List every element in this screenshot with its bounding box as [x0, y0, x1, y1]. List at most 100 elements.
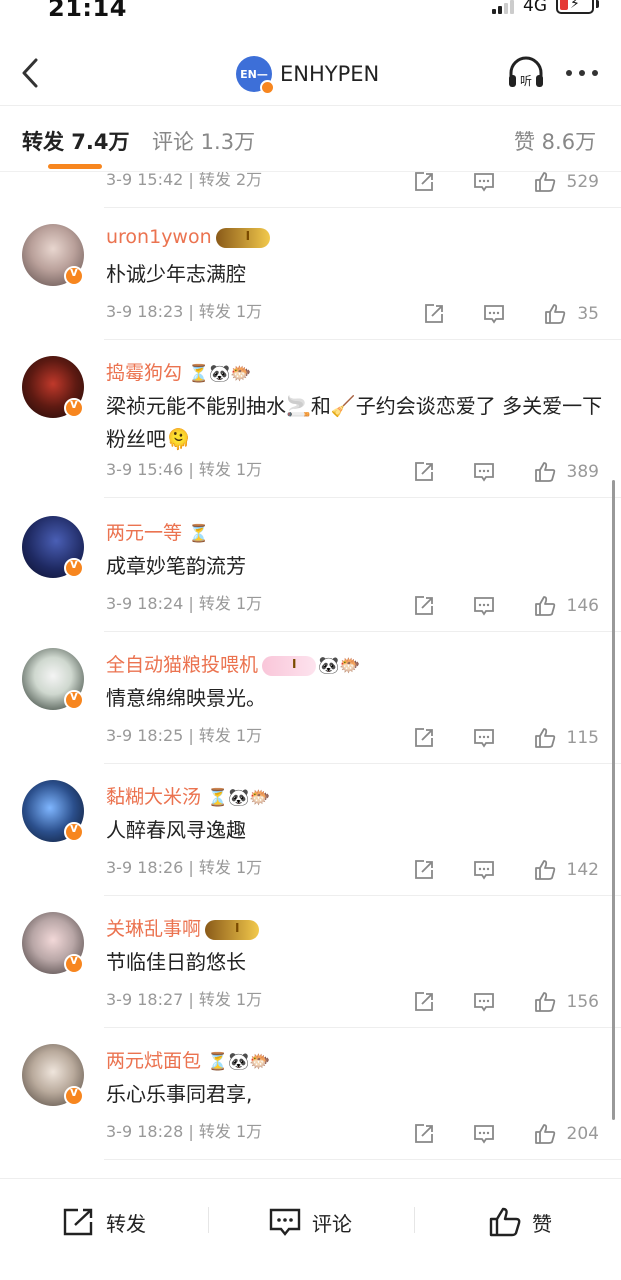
repost-content: 梁祯元能不能别抽水🚬和🧹子约会谈恋爱了 多关爱一下粉丝吧🫠: [106, 394, 603, 451]
like-button[interactable]: 赞: [488, 1205, 552, 1239]
username[interactable]: 捣霉狗勾 ⏳🐼🐡: [106, 358, 252, 385]
like-count: 389: [566, 462, 599, 482]
like-icon[interactable]: [533, 460, 557, 484]
verified-badge-icon: [260, 80, 275, 95]
share-icon[interactable]: [413, 461, 435, 483]
like-icon[interactable]: [533, 594, 557, 618]
item-meta: 3-9 18:24 | 转发 1万: [106, 594, 263, 613]
more-icon[interactable]: [566, 70, 600, 78]
comment-button-label: 评论: [312, 1211, 352, 1236]
verified-badge-icon: [64, 821, 84, 842]
username-text: 全自动猫粮投喂机: [106, 654, 259, 676]
share-icon[interactable]: [413, 595, 435, 617]
tab-bar: 转发 7.4万 评论 1.3万 赞 8.6万: [0, 106, 621, 172]
tab-likes[interactable]: 赞 8.6万: [514, 126, 596, 156]
vip-badge-icon: [215, 228, 270, 248]
divider: [104, 1159, 621, 1160]
tab-comments[interactable]: 评论 1.3万: [152, 126, 255, 156]
like-button-label: 赞: [532, 1211, 552, 1236]
like-count: 204: [566, 1124, 599, 1144]
comment-icon[interactable]: [473, 595, 495, 617]
item-actions: 204: [375, 1122, 599, 1146]
comment-icon[interactable]: [473, 859, 495, 881]
item-meta: 3-9 18:26 | 转发 1万: [106, 858, 263, 877]
like-count: 115: [566, 728, 599, 748]
page-title-group[interactable]: EN— ENHYPEN: [236, 54, 380, 95]
page-title: ENHYPEN: [280, 62, 380, 86]
repost-content: 情意绵绵映景光。: [106, 686, 266, 710]
like-icon[interactable]: [533, 172, 557, 194]
comment-icon[interactable]: [473, 1123, 495, 1145]
username[interactable]: 关琳乱事啊: [106, 914, 260, 941]
item-actions: 146: [375, 594, 599, 618]
share-icon: [63, 1208, 93, 1236]
repost-content: 人醉春风寻逸趣: [106, 818, 246, 842]
comment-icon[interactable]: [473, 991, 495, 1013]
share-icon[interactable]: [413, 727, 435, 749]
list-item[interactable]: 两元一等⏳ 成章妙笔韵流芳 3-9 18:24 | 转发 1万 146: [0, 500, 621, 632]
verified-badge-icon: [64, 1085, 84, 1106]
back-icon[interactable]: [14, 54, 48, 92]
repost-list[interactable]: 3-9 15:42 | 转发 2万 529 uron1ywon 朴诚少年志满腔 …: [0, 172, 621, 1178]
repost-button[interactable]: 转发: [62, 1205, 146, 1239]
username-text: 捣霉狗勾: [106, 362, 183, 384]
repost-content: 节临佳日韵悠长: [106, 950, 246, 974]
repost-content: 乐心乐事同君享,: [106, 1082, 253, 1106]
account-avatar-text: EN—: [240, 67, 268, 81]
bottom-action-bar: 转发 评论 赞: [0, 1178, 621, 1280]
username[interactable]: 两元一等 ⏳: [106, 518, 209, 545]
username[interactable]: uron1ywon: [106, 226, 270, 249]
like-icon[interactable]: [533, 858, 557, 882]
like-icon: [489, 1207, 521, 1237]
share-icon[interactable]: [413, 859, 435, 881]
comment-button[interactable]: 评论: [268, 1205, 352, 1239]
list-item[interactable]: uron1ywon 朴诚少年志满腔 3-9 18:23 | 转发 1万 35: [0, 208, 621, 340]
list-item[interactable]: 全自动猫粮投喂机 🐼🐡 情意绵绵映景光。 3-9 18:25 | 转发 1万 11…: [0, 632, 621, 764]
share-icon[interactable]: [423, 303, 445, 325]
status-time: 21:14: [48, 0, 127, 22]
item-actions: 35: [385, 302, 599, 326]
divider: [414, 1207, 415, 1233]
item-actions: 529: [375, 172, 599, 194]
username[interactable]: 黏糊大米汤 ⏳🐼🐡: [106, 782, 271, 809]
repost-content: 成章妙笔韵流芳: [106, 554, 246, 578]
username-text: 两元烒面包: [106, 1050, 202, 1072]
divider: [208, 1207, 209, 1233]
like-count: 35: [577, 304, 599, 324]
like-icon[interactable]: [533, 726, 557, 750]
like-icon[interactable]: [543, 302, 567, 326]
item-meta: 3-9 18:23 | 转发 1万: [106, 302, 263, 321]
repost-content: 朴诚少年志满腔: [106, 262, 246, 286]
divider: [104, 497, 621, 498]
like-icon[interactable]: [533, 1122, 557, 1146]
share-icon[interactable]: [413, 172, 435, 193]
listen-icon[interactable]: 听: [506, 56, 546, 90]
username-text: 两元一等: [106, 522, 183, 544]
username[interactable]: 两元烒面包 ⏳🐼🐡: [106, 1046, 271, 1073]
network-type: 4G: [523, 0, 547, 16]
item-meta: 3-9 15:46 | 转发 1万: [106, 460, 263, 479]
comment-icon[interactable]: [473, 727, 495, 749]
list-item[interactable]: 关琳乱事啊 节临佳日韵悠长 3-9 18:27 | 转发 1万 156: [0, 896, 621, 1028]
tab-reposts[interactable]: 转发 7.4万: [22, 126, 130, 156]
repost-button-label: 转发: [106, 1211, 146, 1236]
status-bar: 21:14 4G ⚡: [0, 0, 621, 34]
username-text: 黏糊大米汤: [106, 786, 202, 808]
verified-badge-icon: [64, 953, 84, 974]
share-icon[interactable]: [413, 1123, 435, 1145]
comment-icon[interactable]: [483, 303, 505, 325]
comment-icon[interactable]: [473, 172, 495, 193]
like-icon[interactable]: [533, 990, 557, 1014]
vip-badge-icon: [262, 656, 317, 676]
scrollbar[interactable]: [612, 480, 615, 1120]
comment-icon[interactable]: [473, 461, 495, 483]
active-tab-indicator: [48, 164, 102, 169]
username[interactable]: 全自动猫粮投喂机 🐼🐡: [106, 650, 360, 677]
list-item[interactable]: 两元烒面包⏳🐼🐡 乐心乐事同君享, 3-9 18:28 | 转发 1万 204: [0, 1028, 621, 1160]
list-item[interactable]: 黏糊大米汤⏳🐼🐡 人醉春风寻逸趣 3-9 18:26 | 转发 1万 142: [0, 764, 621, 896]
like-count: 529: [566, 172, 599, 192]
verified-badge-icon: [64, 397, 84, 418]
share-icon[interactable]: [413, 991, 435, 1013]
nav-bar: EN— ENHYPEN 听: [0, 40, 621, 106]
list-item[interactable]: 捣霉狗勾⏳🐼🐡 梁祯元能不能别抽水🚬和🧹子约会谈恋爱了 多关爱一下粉丝吧🫠 3-…: [0, 340, 621, 498]
